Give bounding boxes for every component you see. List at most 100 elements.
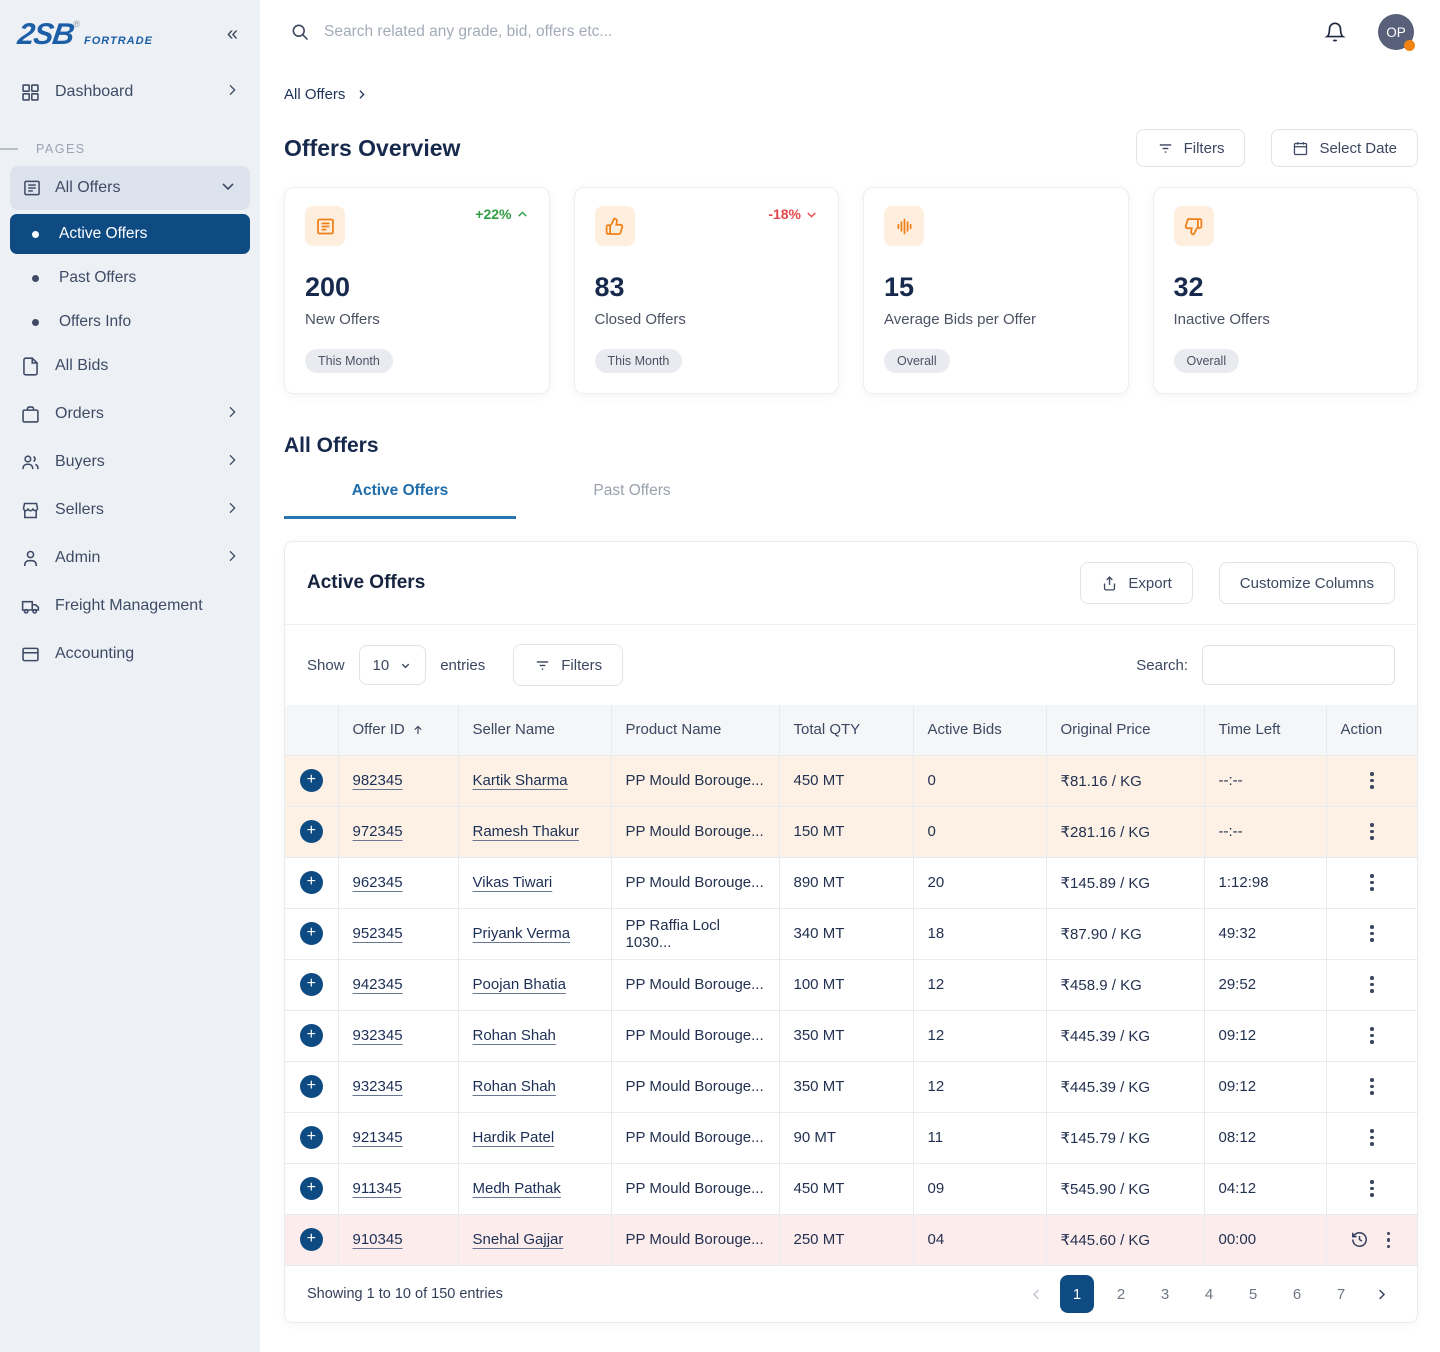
sidebar-item-admin[interactable]: Admin	[0, 534, 260, 582]
global-search-input[interactable]	[324, 23, 1310, 41]
row-actions-button[interactable]	[1366, 870, 1378, 895]
table-search-input[interactable]	[1202, 645, 1395, 685]
avatar[interactable]: OP	[1378, 14, 1414, 50]
row-actions-button[interactable]	[1366, 768, 1378, 793]
previous-page-button[interactable]	[1023, 1283, 1050, 1306]
offer-id-link[interactable]: 962345	[353, 874, 403, 891]
offer-id-link[interactable]: 932345	[353, 1078, 403, 1095]
row-actions-button[interactable]	[1366, 921, 1378, 946]
sidebar-item-all-offers[interactable]: All Offers	[10, 166, 250, 210]
seller-name-link[interactable]: Medh Pathak	[473, 1180, 561, 1197]
seller-name-link[interactable]: Vikas Tiwari	[473, 874, 553, 891]
page-number-button[interactable]: 5	[1236, 1275, 1270, 1313]
offer-id-link[interactable]: 972345	[353, 823, 403, 840]
offer-id-link[interactable]: 942345	[353, 976, 403, 993]
chevrons-left-icon: «	[227, 23, 238, 45]
next-page-button[interactable]	[1368, 1283, 1395, 1306]
trend-indicator[interactable]: +22%	[475, 206, 528, 222]
table-filters-button[interactable]: Filters	[513, 644, 623, 686]
expand-row-button[interactable]: +	[300, 1024, 323, 1047]
seller-name-link[interactable]: Priyank Verma	[473, 925, 571, 942]
sidebar-item-buyers[interactable]: Buyers	[0, 438, 260, 486]
thumbs-up-icon	[595, 206, 635, 246]
topbar: OP	[260, 0, 1440, 64]
tab-active-offers[interactable]: Active Offers	[284, 482, 516, 519]
row-actions-button[interactable]	[1366, 972, 1378, 997]
offer-id-link[interactable]: 982345	[353, 772, 403, 789]
expand-row-button[interactable]: +	[300, 1228, 323, 1251]
offers-table: Offer ID Seller Name Product Name Total …	[285, 705, 1417, 1265]
row-actions-button[interactable]	[1366, 1074, 1378, 1099]
row-actions-button[interactable]	[1366, 819, 1378, 844]
notifications-button[interactable]	[1324, 21, 1346, 43]
row-actions-button[interactable]	[1383, 1228, 1395, 1253]
sidebar-item-orders[interactable]: Orders	[0, 390, 260, 438]
offer-id-link[interactable]: 911345	[353, 1180, 402, 1197]
plus-icon: +	[307, 823, 316, 839]
chevron-right-icon	[224, 404, 240, 425]
expand-row-button[interactable]: +	[300, 1075, 323, 1098]
column-seller-name[interactable]: Seller Name	[458, 705, 611, 755]
sidebar-item-dashboard[interactable]: Dashboard	[0, 68, 260, 116]
page-number-button[interactable]: 1	[1060, 1275, 1094, 1313]
seller-name-link[interactable]: Snehal Gajjar	[473, 1231, 564, 1248]
collapse-sidebar-button[interactable]: «	[223, 20, 242, 48]
customize-columns-button[interactable]: Customize Columns	[1219, 562, 1395, 604]
active-bids-cell: 12	[913, 959, 1046, 1010]
tab-past-offers[interactable]: Past Offers	[516, 482, 748, 519]
page-number-button[interactable]: 3	[1148, 1275, 1182, 1313]
export-button[interactable]: Export	[1080, 562, 1192, 604]
column-time-left[interactable]: Time Left	[1204, 705, 1326, 755]
offer-id-link[interactable]: 952345	[353, 925, 403, 942]
column-active-bids[interactable]: Active Bids	[913, 705, 1046, 755]
expand-row-button[interactable]: +	[300, 820, 323, 843]
sidebar-item-offers-info[interactable]: Offers Info	[10, 302, 250, 342]
seller-name-link[interactable]: Poojan Bhatia	[473, 976, 566, 993]
sidebar-item-all-bids[interactable]: All Bids	[0, 342, 260, 390]
active-bids-cell: 20	[913, 857, 1046, 908]
sidebar-item-sellers[interactable]: Sellers	[0, 486, 260, 534]
time-left-cell: 1:12:98	[1204, 857, 1326, 908]
column-product-name[interactable]: Product Name	[611, 705, 779, 755]
breadcrumb-item[interactable]: All Offers	[284, 86, 345, 103]
original-price-cell: ₹145.79 / KG	[1046, 1112, 1204, 1163]
column-original-price[interactable]: Original Price	[1046, 705, 1204, 755]
expand-row-button[interactable]: +	[300, 1126, 323, 1149]
row-actions-button[interactable]	[1366, 1176, 1378, 1201]
brand-subtitle: FORTRADE	[84, 36, 153, 47]
page-number-button[interactable]: 4	[1192, 1275, 1226, 1313]
history-button[interactable]	[1350, 1230, 1369, 1249]
expand-row-button[interactable]: +	[300, 769, 323, 792]
expand-row-button[interactable]: +	[300, 1177, 323, 1200]
seller-name-link[interactable]: Rohan Shah	[473, 1027, 556, 1044]
trend-indicator[interactable]: -18%	[768, 206, 818, 222]
filters-button[interactable]: Filters	[1136, 129, 1246, 167]
row-actions-button[interactable]	[1366, 1023, 1378, 1048]
sidebar-item-label: Sellers	[55, 501, 210, 519]
store-icon	[20, 500, 41, 521]
sidebar-item-past-offers[interactable]: Past Offers	[10, 258, 250, 298]
page-number-button[interactable]: 2	[1104, 1275, 1138, 1313]
expand-row-button[interactable]: +	[300, 871, 323, 894]
select-date-button[interactable]: Select Date	[1271, 129, 1418, 167]
expand-row-button[interactable]: +	[300, 973, 323, 996]
offer-id-link[interactable]: 910345	[353, 1231, 403, 1248]
page-size-select[interactable]: 10	[359, 645, 427, 685]
page-number-button[interactable]: 7	[1324, 1275, 1358, 1313]
sidebar-item-freight-management[interactable]: Freight Management	[0, 582, 260, 630]
column-total-qty[interactable]: Total QTY	[779, 705, 913, 755]
row-actions-button[interactable]	[1366, 1125, 1378, 1150]
expand-row-button[interactable]: +	[300, 922, 323, 945]
seller-name-link[interactable]: Kartik Sharma	[473, 772, 568, 789]
seller-name-link[interactable]: Hardik Patel	[473, 1129, 555, 1146]
filter-icon	[1157, 140, 1174, 157]
chevron-right-icon	[224, 500, 240, 521]
seller-name-link[interactable]: Ramesh Thakur	[473, 823, 579, 840]
seller-name-link[interactable]: Rohan Shah	[473, 1078, 556, 1095]
sidebar-item-active-offers[interactable]: Active Offers	[10, 214, 250, 254]
offer-id-link[interactable]: 921345	[353, 1129, 403, 1146]
column-offer-id[interactable]: Offer ID	[338, 705, 458, 755]
sidebar-item-accounting[interactable]: Accounting	[0, 630, 260, 678]
offer-id-link[interactable]: 932345	[353, 1027, 403, 1044]
page-number-button[interactable]: 6	[1280, 1275, 1314, 1313]
